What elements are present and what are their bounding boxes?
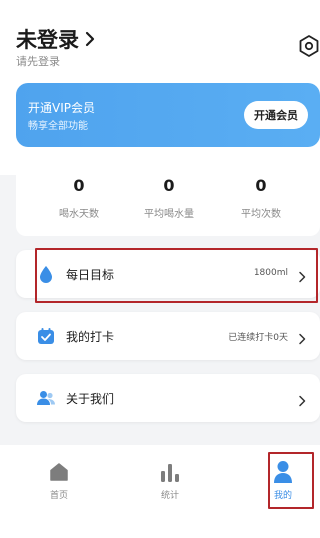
tab-stats[interactable]: 统计 <box>150 461 190 501</box>
vip-banner[interactable]: 开通VIP会员 畅享全部功能 开通会员 <box>16 83 320 147</box>
chevron-right-icon <box>298 392 306 411</box>
settings-icon[interactable] <box>298 34 320 58</box>
tab-label: 首页 <box>49 491 68 501</box>
stat-avg-amount: 0 平均喝水量 <box>124 176 214 220</box>
login-title: 未登录 <box>16 28 79 52</box>
bar-chart-icon <box>159 461 181 483</box>
highlight-tab-mine <box>268 452 314 509</box>
stat-value: 0 <box>163 176 175 195</box>
menu-item-about-us[interactable]: 关于我们 <box>16 374 320 422</box>
stat-label: 平均次数 <box>241 209 281 220</box>
stat-avg-times: 0 平均次数 <box>216 176 306 220</box>
stat-label: 喝水天数 <box>59 209 99 220</box>
login-entry[interactable]: 未登录 <box>16 24 96 54</box>
stats-card: 0 喝水天数 0 平均喝水量 0 平均次数 <box>16 162 320 236</box>
tab-home[interactable]: 首页 <box>39 461 79 501</box>
menu-item-value: 已连续打卡0天 <box>228 333 288 343</box>
highlight-daily-goal <box>35 248 318 303</box>
chevron-right-icon <box>298 330 306 349</box>
tab-label: 统计 <box>160 491 179 501</box>
users-icon <box>36 388 56 408</box>
chevron-right-icon <box>84 31 96 47</box>
login-subtitle: 请先登录 <box>16 55 60 68</box>
checkin-icon <box>36 326 56 346</box>
menu-item-label: 我的打卡 <box>66 330 115 344</box>
home-icon <box>48 461 70 483</box>
menu-item-label: 关于我们 <box>66 392 115 406</box>
vip-subtitle: 畅享全部功能 <box>28 121 88 132</box>
stat-value: 0 <box>255 176 267 195</box>
open-vip-button[interactable]: 开通会员 <box>244 101 308 129</box>
stat-label: 平均喝水量 <box>144 209 194 220</box>
stat-value: 0 <box>73 176 85 195</box>
mine-page: 未登录 请先登录 开通VIP会员 畅享全部功能 开通会员 0 喝水天数 0 平均… <box>0 0 320 538</box>
vip-title: 开通VIP会员 <box>28 101 95 115</box>
stat-drink-days: 0 喝水天数 <box>34 176 124 220</box>
menu-item-checkin[interactable]: 我的打卡 已连续打卡0天 <box>16 312 320 360</box>
